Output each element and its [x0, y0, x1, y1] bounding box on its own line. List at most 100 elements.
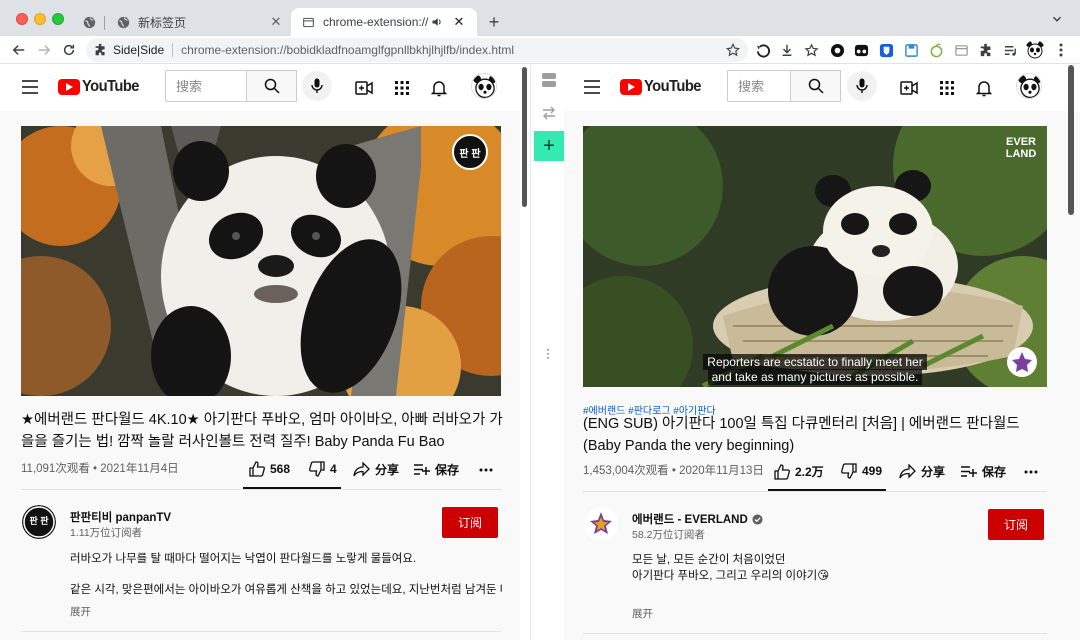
drag-handle-icon[interactable]: · · ·: [545, 343, 551, 363]
close-icon[interactable]: ✕: [451, 14, 467, 30]
menu-icon[interactable]: [584, 80, 600, 94]
lime-icon[interactable]: [927, 41, 945, 59]
apps-grid-icon: [395, 81, 409, 95]
channel-watermark[interactable]: EVER LAND: [1005, 136, 1037, 160]
share-button[interactable]: 分享: [899, 463, 945, 480]
divider: [21, 489, 501, 490]
puzzle-icon: [94, 43, 108, 57]
notifications-button[interactable]: [428, 77, 450, 99]
share-arrow-icon: [353, 462, 370, 477]
more-horizontal-icon: [1024, 470, 1038, 474]
search-input[interactable]: [727, 70, 791, 102]
media-queue-icon[interactable]: [1001, 41, 1019, 59]
channel-avatar[interactable]: 판 판: [22, 505, 56, 539]
subscriber-count: 1.11万位订阅者: [70, 527, 143, 539]
extensions-puzzle-icon[interactable]: [977, 41, 995, 59]
notifications-button[interactable]: [973, 77, 995, 99]
dislike-button[interactable]: 499: [841, 463, 882, 479]
swap-panes-button[interactable]: [534, 98, 564, 128]
thumbs-down-icon: [841, 463, 857, 479]
share-arrow-icon: [899, 464, 916, 479]
reload-button[interactable]: [59, 40, 79, 60]
pane-divider[interactable]: [530, 65, 531, 640]
create-video-button[interactable]: [353, 77, 375, 99]
playlist-add-icon: [414, 464, 430, 475]
channel-avatar[interactable]: [584, 507, 618, 541]
youtube-logo[interactable]: YouTube: [620, 78, 706, 96]
history-icon[interactable]: [754, 41, 772, 59]
incognito-icon[interactable]: [852, 41, 870, 59]
video-player[interactable]: EVER LAND Reporters are ecstatic to fina…: [583, 126, 1047, 387]
subscribe-button[interactable]: 订阅: [442, 507, 498, 538]
channel-watermark[interactable]: 판 판: [452, 134, 488, 170]
search-input[interactable]: [165, 70, 247, 102]
channel-name[interactable]: 에버랜드 - EVERLAND: [632, 511, 763, 527]
chevron-down-icon[interactable]: [1050, 12, 1066, 28]
speaker-icon[interactable]: [429, 14, 445, 30]
add-pane-button[interactable]: +: [534, 131, 564, 161]
apps-button[interactable]: [936, 77, 958, 99]
window-icon[interactable]: [952, 41, 970, 59]
channel-name[interactable]: 판판티비 panpanTV: [70, 509, 171, 525]
left-pane-scrollbar[interactable]: [522, 67, 527, 207]
forward-button[interactable]: [34, 40, 54, 60]
close-window-button[interactable]: [16, 13, 28, 25]
tab-new-tab[interactable]: 新标签页 ✕: [108, 8, 290, 36]
save-disk-icon[interactable]: [902, 41, 920, 59]
dislike-button[interactable]: 4: [309, 461, 337, 477]
voice-search-button[interactable]: [847, 71, 877, 101]
subscribe-button[interactable]: 订阅: [988, 509, 1044, 540]
account-avatar[interactable]: [471, 73, 497, 99]
star-list-icon[interactable]: [802, 41, 820, 59]
search-button[interactable]: [791, 70, 841, 102]
tab-pinned-globe[interactable]: [80, 8, 106, 36]
youtube-logo[interactable]: YouTube: [58, 78, 144, 96]
create-video-button[interactable]: [898, 77, 920, 99]
everland-logo-icon: [584, 507, 618, 541]
like-button[interactable]: 568: [249, 461, 290, 477]
search-box: [727, 70, 841, 102]
new-tab-button[interactable]: +: [484, 12, 504, 32]
fullscreen-window-button[interactable]: [52, 13, 64, 25]
bookmark-star-icon[interactable]: [725, 42, 741, 57]
save-button[interactable]: 保存: [413, 461, 459, 478]
youtube-logo-text: YouTube: [644, 78, 701, 95]
search-button[interactable]: [247, 70, 297, 102]
bitwarden-icon[interactable]: [877, 41, 895, 59]
profile-avatar[interactable]: [1025, 40, 1045, 60]
description-line: 모든 날, 모든 순간이 처음이었던: [632, 554, 786, 566]
reload-icon: [63, 44, 75, 56]
layout-toggle-button[interactable]: [534, 65, 564, 95]
baby-panda-basket-thumbnail: [583, 126, 1047, 387]
download-icon[interactable]: [778, 41, 796, 59]
voice-search-button[interactable]: [302, 71, 332, 101]
caption-text: and take as many pictures as possible.: [707, 369, 923, 385]
menu-icon[interactable]: [22, 80, 38, 94]
youtube-play-icon: [58, 79, 80, 95]
video-player[interactable]: 판 판: [21, 126, 501, 396]
right-pane: YouTube 搜索 EVER LAND Reporters are ecsta…: [564, 65, 1080, 640]
account-avatar[interactable]: [1016, 73, 1042, 99]
description-line: 같은 시각, 맞은편에서는 아이바오가 여유롭게 산책을 하고 있었는데요, 지…: [70, 584, 502, 596]
back-button[interactable]: [9, 40, 29, 60]
dislike-count: 4: [330, 462, 337, 476]
more-actions-button[interactable]: [478, 461, 499, 477]
close-icon[interactable]: ✕: [268, 14, 284, 30]
tab-side-side[interactable]: chrome-extension://bobi ✕: [291, 8, 477, 36]
right-pane-scrollbar[interactable]: [1068, 65, 1074, 215]
like-button[interactable]: 2.2万: [774, 463, 824, 480]
show-more-button[interactable]: 展开: [70, 604, 91, 619]
minimize-window-button[interactable]: [34, 13, 46, 25]
more-actions-button[interactable]: [1023, 463, 1044, 479]
show-more-button[interactable]: 展开: [632, 606, 653, 621]
description-line: 러바오가 나무를 탈 때마다 떨어지는 낙엽이 판다월드를 노랗게 물들여요.: [70, 553, 417, 565]
apps-button[interactable]: [391, 77, 413, 99]
address-bar[interactable]: Side|Side chrome-extension://bobidkladfn…: [86, 38, 748, 62]
record-icon[interactable]: [828, 41, 846, 59]
description-line: 아기판다 푸바오, 그리고 우리의 이야기😘: [632, 570, 830, 582]
tab-title: 新标签页: [138, 15, 187, 30]
share-button[interactable]: 分享: [353, 461, 399, 478]
save-button[interactable]: 保存: [960, 463, 1006, 480]
address-separator: [172, 43, 174, 57]
more-menu-icon[interactable]: [1052, 41, 1070, 59]
